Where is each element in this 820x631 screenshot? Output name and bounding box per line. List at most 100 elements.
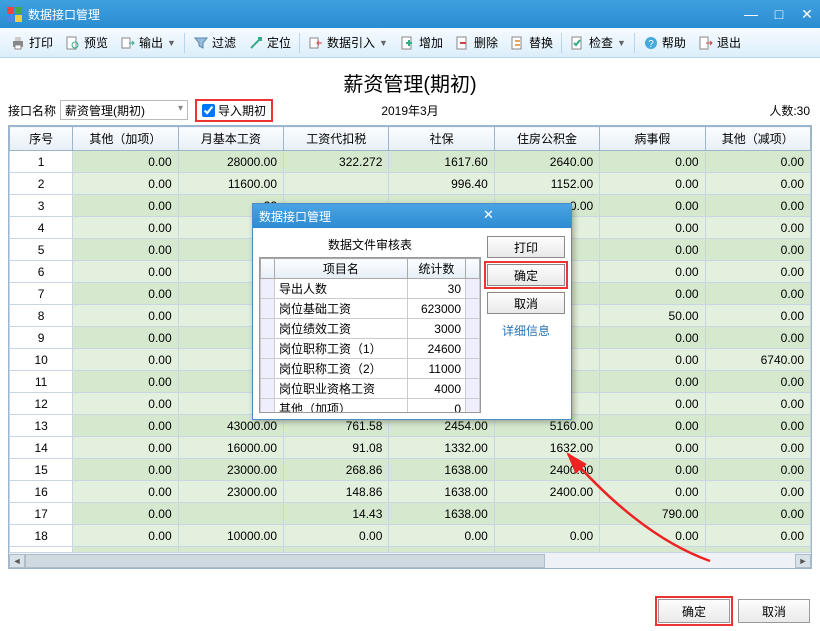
dialog-close-icon[interactable]: ✕ [412,208,565,224]
cell[interactable]: 0.00 [705,327,810,349]
cell[interactable]: 16000.00 [178,437,283,459]
cell[interactable]: 23000.00 [178,481,283,503]
cell[interactable]: 0.00 [705,173,810,195]
minimize-icon[interactable]: — [744,7,758,21]
interface-select[interactable]: 薪资管理(期初) [60,100,188,120]
cell[interactable]: 0.00 [705,305,810,327]
cell[interactable]: 0.00 [600,195,705,217]
cell[interactable]: 15 [10,459,73,481]
audit-row[interactable]: 其他（加项）0 [261,399,480,414]
cell[interactable]: 0.00 [600,415,705,437]
cell[interactable]: 10 [10,349,73,371]
cell[interactable]: 0.00 [73,327,178,349]
column-header[interactable]: 住房公积金 [494,127,599,151]
table-row[interactable]: 20.0011600.00996.401152.000.000.00 [10,173,811,195]
dialog-ok-button[interactable]: 确定 [487,264,565,286]
help-button[interactable]: ?帮助 [637,32,692,53]
cell[interactable]: 0.00 [705,503,810,525]
cell[interactable]: 17 [10,503,73,525]
cell[interactable]: 0.00 [705,371,810,393]
cell[interactable]: 13 [10,415,73,437]
cell[interactable]: 16 [10,481,73,503]
cell[interactable]: 0.00 [705,151,810,173]
cell[interactable]: 0.00 [73,437,178,459]
cell[interactable]: 0.00 [705,481,810,503]
cell[interactable]: 0.00 [705,261,810,283]
cell[interactable]: 148.86 [284,481,389,503]
add-button[interactable]: 增加 [394,32,449,53]
scroll-right-icon[interactable]: ► [795,554,811,568]
cell[interactable]: 0.00 [389,525,494,547]
cell[interactable]: 2400.00 [494,481,599,503]
cell[interactable]: 10000.00 [178,525,283,547]
cell[interactable]: 1638.00 [389,503,494,525]
cell[interactable]: 1638.00 [389,459,494,481]
locate-button[interactable]: 定位 [242,32,297,53]
cell[interactable]: 0.00 [73,305,178,327]
output-button[interactable]: 输出▼ [114,32,182,53]
cell[interactable]: 0.00 [600,393,705,415]
scroll-thumb[interactable] [25,554,545,568]
cell[interactable]: 0.00 [600,327,705,349]
cell[interactable]: 0.00 [73,261,178,283]
table-row[interactable]: 140.0016000.0091.081332.001632.000.000.0… [10,437,811,459]
cell[interactable]: 8 [10,305,73,327]
table-row[interactable]: 150.0023000.00268.861638.002400.000.000.… [10,459,811,481]
cell[interactable]: 0.00 [705,525,810,547]
cell[interactable]: 5 [10,239,73,261]
audit-row[interactable]: 岗位职业资格工资4000 [261,379,480,399]
cell[interactable]: 3 [10,195,73,217]
cell[interactable]: 11600.00 [178,173,283,195]
column-header[interactable]: 社保 [389,127,494,151]
cell[interactable]: 0.00 [73,525,178,547]
cell[interactable]: 0.00 [600,239,705,261]
cell[interactable]: 268.86 [284,459,389,481]
cell[interactable]: 12 [10,393,73,415]
print-button[interactable]: 打印 [4,32,59,53]
cell[interactable]: 0.00 [600,349,705,371]
column-header[interactable]: 病事假 [600,127,705,151]
check-button[interactable]: 检查▼ [564,32,632,53]
cell[interactable]: 14 [10,437,73,459]
cell[interactable]: 1638.00 [389,481,494,503]
horizontal-scrollbar[interactable]: ◄ ► [9,552,811,568]
cell[interactable]: 0.00 [73,195,178,217]
dialog-print-button[interactable]: 打印 [487,236,565,258]
audit-row[interactable]: 岗位职称工资（2）11000 [261,359,480,379]
cell[interactable]: 18 [10,525,73,547]
table-row[interactable]: 10.0028000.00322.2721617.602640.000.000.… [10,151,811,173]
maximize-icon[interactable]: □ [772,7,786,21]
cell[interactable]: 0.00 [73,151,178,173]
column-header[interactable]: 工资代扣税 [284,127,389,151]
cell[interactable]: 0.00 [73,283,178,305]
cell[interactable]: 0.00 [705,283,810,305]
cell[interactable]: 28000.00 [178,151,283,173]
cell[interactable]: 0.00 [73,415,178,437]
cell[interactable]: 1152.00 [494,173,599,195]
cell[interactable]: 0.00 [705,195,810,217]
cell[interactable]: 0.00 [705,239,810,261]
cell[interactable]: 0.00 [284,525,389,547]
cell[interactable]: 2400.00 [494,459,599,481]
cell[interactable]: 1332.00 [389,437,494,459]
dialog-detail-link[interactable]: 详细信息 [487,320,565,341]
cell[interactable]: 0.00 [600,437,705,459]
cell[interactable] [178,503,283,525]
cell[interactable]: 0.00 [705,217,810,239]
cell[interactable]: 0.00 [600,481,705,503]
import-initial-checkbox-wrap[interactable]: 导入期初 [195,99,273,122]
cancel-button[interactable]: 取消 [738,599,810,623]
cell[interactable]: 996.40 [389,173,494,195]
cell[interactable]: 50.00 [600,305,705,327]
cell[interactable]: 23000.00 [178,459,283,481]
cell[interactable]: 790.00 [600,503,705,525]
cell[interactable]: 6740.00 [705,349,810,371]
cell[interactable]: 1632.00 [494,437,599,459]
cell[interactable]: 0.00 [494,525,599,547]
cell[interactable]: 6 [10,261,73,283]
cell[interactable] [284,173,389,195]
column-header[interactable]: 月基本工资 [178,127,283,151]
cell[interactable] [494,503,599,525]
cell[interactable]: 0.00 [73,481,178,503]
audit-row[interactable]: 岗位职称工资（1）24600 [261,339,480,359]
